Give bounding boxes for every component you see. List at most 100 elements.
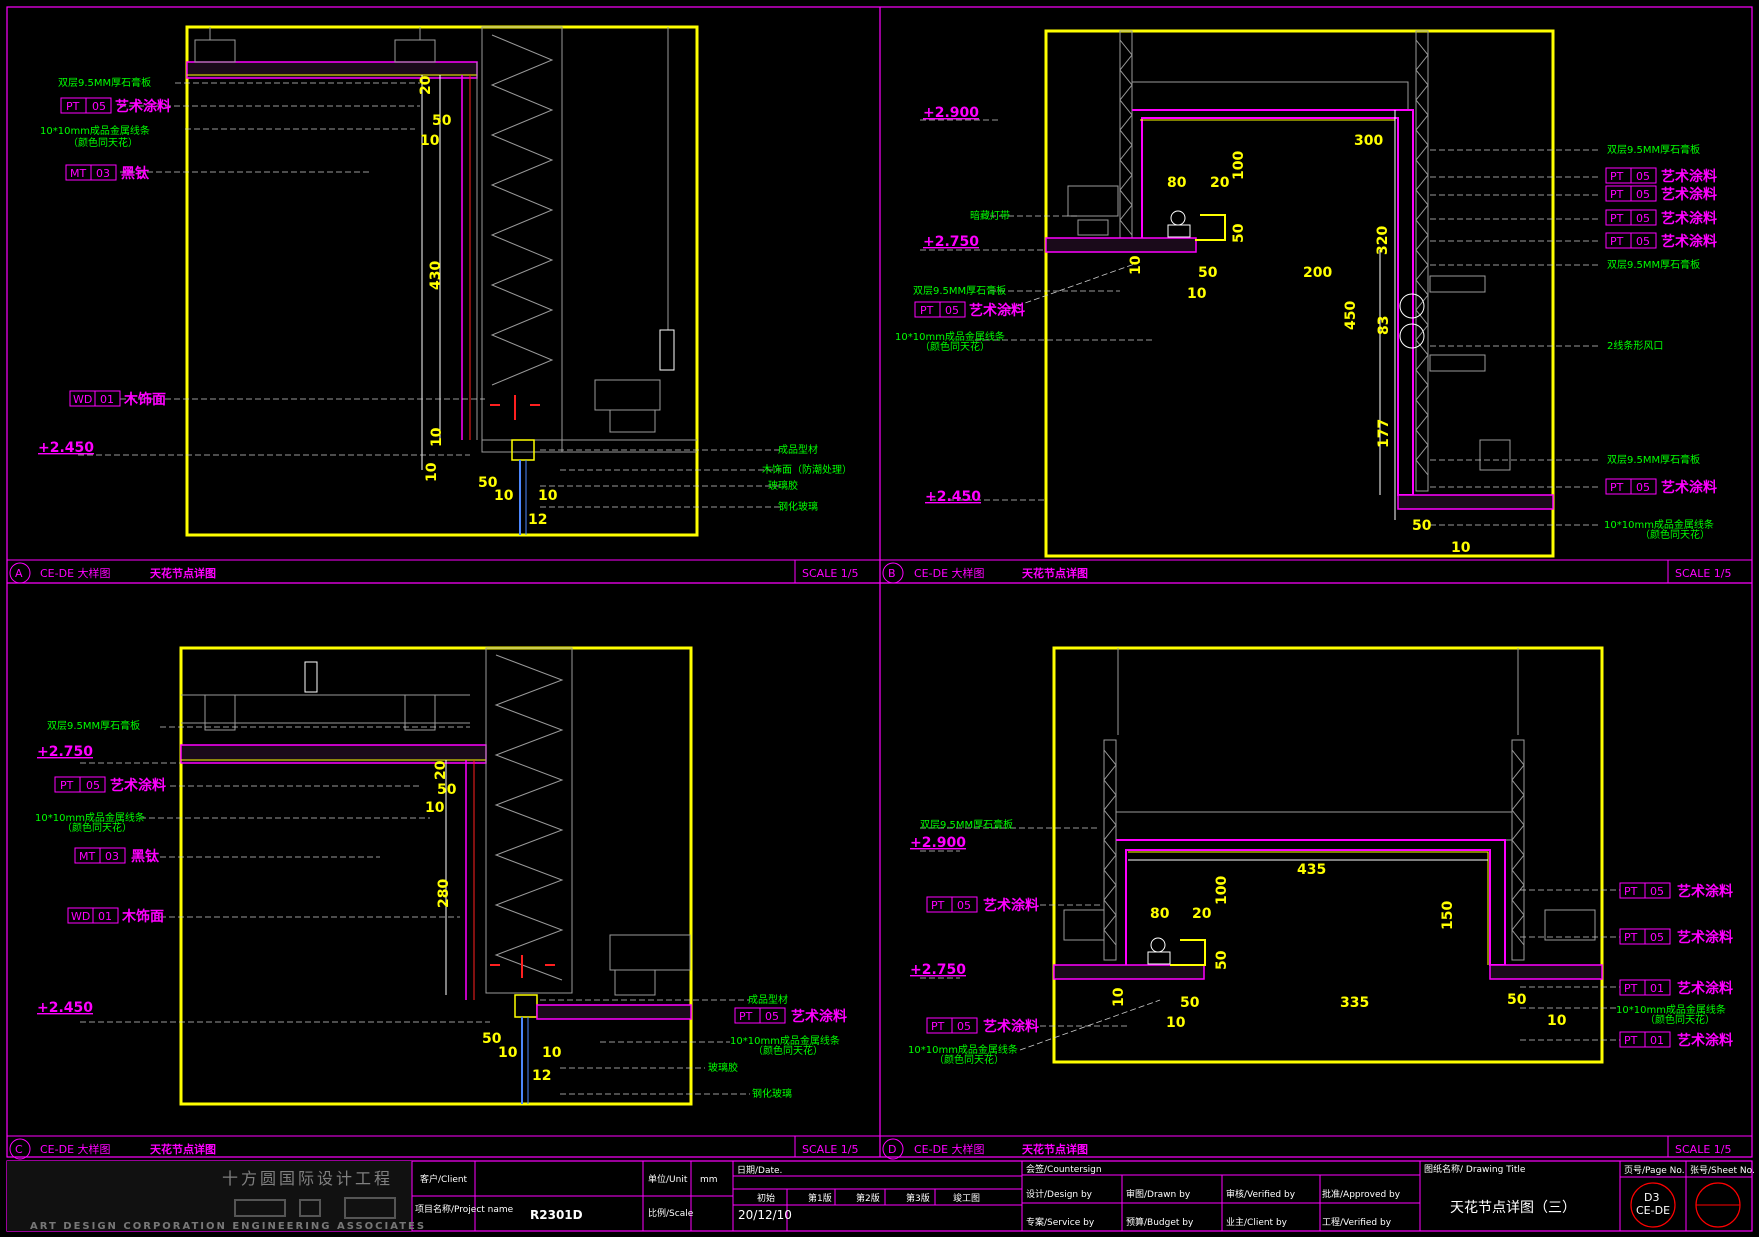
panel-c-ref: CE-DE 大样图 [40,1142,111,1156]
panel-b-dim-80: 80 [1167,175,1187,191]
svg-text:05: 05 [957,1020,971,1033]
panel-c-elev-2450: +2.450 [37,1000,93,1016]
panel-b-dim-10b: 10 [1187,286,1207,302]
panel-a-title: 天花节点详图 [150,566,216,580]
panel-c-note-profile: 成品型材 [748,993,788,1006]
panel-d-scale: SCALE 1/5 [1675,1143,1731,1156]
panel-b-dim-300: 300 [1354,133,1383,149]
svg-text:艺术涂料: 艺术涂料 [983,897,1039,914]
panel-a-dim-10e: 10 [538,488,558,504]
svg-text:PT: PT [1610,188,1624,201]
svg-text:05: 05 [1636,212,1650,225]
drawing-canvas: 双层9.5MM厚石膏板 10*10mm成品金属线条 （颜色同天花） PT 05 … [6,6,1755,1232]
panel-b-tag-r5: PT 05 艺术涂料 [1605,478,1717,496]
svg-text:WD: WD [71,910,90,923]
panel-b-note-led: 暗藏灯带 [970,209,1010,222]
panel-c-tag-pt05: PT 05 艺术涂料 [54,776,166,794]
panel-a-dim-10d: 10 [494,488,514,504]
svg-text:PT: PT [66,100,80,113]
role-verified: 审核/Verified by [1226,1188,1296,1200]
panel-d-title: 天花节点详图 [1022,1142,1088,1156]
svg-text:01: 01 [98,910,112,923]
panel-d-ref: CE-DE 大样图 [914,1142,985,1156]
panel-d-tag-r3: PT 01 艺术涂料 [1619,979,1733,997]
panel-b-dim-83: 83 [1376,316,1392,335]
panel-b-leaders [920,119,1600,526]
svg-text:03: 03 [96,167,110,180]
phase-2: 第2版 [856,1192,880,1204]
svg-text:05: 05 [765,1010,779,1023]
svg-text:01: 01 [100,393,114,406]
panel-b-tag-r2: PT 05 艺术涂料 [1605,185,1717,203]
panel-b-note-board-r1: 双层9.5MM厚石膏板 [1607,143,1700,156]
svg-text:PT: PT [1610,235,1624,248]
panel-a-dim-10b: 10 [429,427,445,447]
panel-b-dim-200: 200 [1303,265,1332,281]
panel-a-note-glass: 钢化玻璃 [778,500,818,513]
svg-text:05: 05 [945,304,959,317]
panel-c-note-strip-r-color: （颜色同天花） [753,1044,823,1057]
svg-text:05: 05 [957,899,971,912]
sheet-label: 张号/Sheet No. [1690,1165,1755,1176]
svg-text:PT: PT [931,899,945,912]
panel-a-tag-mt03: MT 03 黑钛 [65,164,150,182]
panel-b-dim-10c: 10 [1451,540,1471,556]
panel-d-letter: D [888,1143,896,1156]
panel-b-tag-r4: PT 05 艺术涂料 [1605,232,1717,250]
panel-b-note-strip-r-color: （颜色同天花） [1640,528,1710,541]
panel-d-tag-l1: PT 05 艺术涂料 [926,896,1039,914]
role-approved: 批准/Approved by [1322,1188,1401,1200]
panel-a-dim-430: 430 [428,261,444,290]
panel-b-note-board-r3: 双层9.5MM厚石膏板 [1607,453,1700,466]
svg-text:PT: PT [1624,931,1638,944]
panel-b-dim-50c: 50 [1412,518,1432,534]
svg-text:艺术涂料: 艺术涂料 [1661,479,1717,496]
panel-a-dim-50: 50 [432,113,452,129]
panel-b-note-strip-color: （颜色同天花） [920,340,990,353]
panel-c-elev-2750: +2.750 [37,744,93,760]
svg-text:03: 03 [105,850,119,863]
phase-4: 竣工图 [953,1192,980,1204]
panel-b-ref: CE-DE 大样图 [914,566,985,580]
scale-label: 比例/Scale [648,1207,694,1219]
panel-d-tag-l2: PT 05 艺术涂料 [926,1017,1039,1035]
svg-text:05: 05 [1636,481,1650,494]
panel-a-scale: SCALE 1/5 [802,567,858,580]
role-verified2: 工程/Verified by [1322,1217,1392,1228]
role-client: 业主/Client by [1226,1216,1288,1228]
panel-d-dim-50c: 50 [1507,992,1527,1008]
panel-a-note-veneer: 木饰面（防潮处理） [762,463,852,476]
panel-c-tag-right: PT 05 艺术涂料 [734,1007,847,1025]
svg-text:WD: WD [73,393,92,406]
svg-text:MT: MT [70,167,86,180]
panel-d-elev-2900: +2.900 [910,835,966,851]
svg-text:PT: PT [60,779,74,792]
panel-a-ref: CE-DE 大样图 [40,566,111,580]
company-name-en: ART DESIGN CORPORATION ENGINEERING ASSOC… [30,1221,426,1232]
svg-text:05: 05 [92,100,106,113]
panel-b-tag-r1: PT 05 艺术涂料 [1605,167,1717,185]
panel-c-tag-wd01: WD 01 木饰面 [67,907,164,925]
svg-text:05: 05 [1636,235,1650,248]
project-value: R2301D [530,1208,583,1222]
panel-c-scale: SCALE 1/5 [802,1143,858,1156]
svg-text:01: 01 [1650,982,1664,995]
panel-b-tag-left: PT 05 艺术涂料 [914,301,1025,319]
panel-d-dim-20: 20 [1192,906,1212,922]
panel-b-dim-10: 10 [1128,255,1144,275]
panel-b-dim-100: 100 [1231,151,1247,180]
panel-b-note-board-r2: 双层9.5MM厚石膏板 [1607,258,1700,271]
panel-a-note-strip: 10*10mm成品金属线条 [40,124,150,137]
panel-d-dim-435: 435 [1297,862,1326,878]
panel-a-note-sealant: 玻璃胶 [768,479,798,492]
panel-b [1044,29,1555,558]
svg-text:PT: PT [1610,481,1624,494]
phase-1: 第1版 [808,1192,832,1204]
svg-text:艺术涂料: 艺术涂料 [1661,233,1717,250]
svg-text:艺术涂料: 艺术涂料 [1677,929,1733,946]
role-service: 专案/Service by [1026,1216,1095,1228]
svg-text:艺术涂料: 艺术涂料 [115,98,171,115]
panel-b-dim-50b: 50 [1198,265,1218,281]
svg-text:05: 05 [86,779,100,792]
drawing-title-label: 图纸名称/ Drawing Title [1424,1163,1526,1175]
